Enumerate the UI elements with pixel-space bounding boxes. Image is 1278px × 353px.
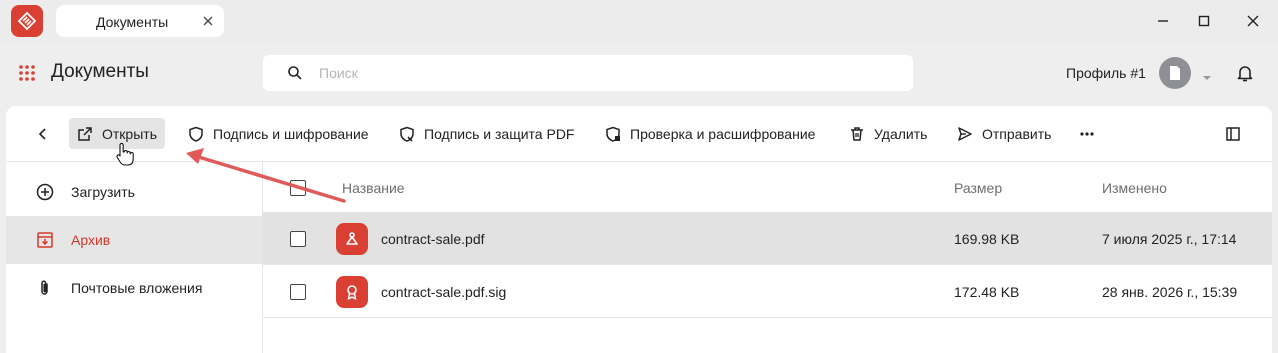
app-logo-icon — [11, 5, 43, 37]
shield-icon — [189, 126, 203, 142]
delete-label: Удалить — [874, 125, 928, 142]
back-button[interactable] — [36, 118, 50, 149]
send-label: Отправить — [982, 125, 1052, 142]
select-all-checkbox[interactable] — [290, 180, 306, 196]
sidebar-item-archive[interactable]: Архив — [6, 216, 263, 264]
file-name: contract-sale.pdf — [381, 231, 485, 247]
side-panel-icon — [1226, 126, 1240, 141]
maximize-icon[interactable] — [1194, 11, 1214, 31]
sign-pdf-label: Подпись и защита PDF — [424, 125, 575, 142]
search-icon — [287, 65, 303, 81]
sidebar-item-label: Архив — [71, 232, 111, 248]
table-header: Название Размер Изменено — [263, 162, 1272, 213]
sign-pdf-icon — [400, 126, 414, 142]
app-header: Документы Профиль #1 — [0, 42, 1278, 104]
close-icon[interactable] — [200, 13, 216, 29]
sidebar-item-mail-attachments[interactable]: Почтовые вложения — [6, 264, 263, 312]
plus-circle-icon — [36, 183, 54, 201]
send-button[interactable]: Отправить — [957, 118, 1051, 149]
tab-documents[interactable]: Документы — [56, 5, 224, 37]
file-table: Название Размер Изменено contract-sale.p… — [263, 162, 1272, 353]
file-modified: 7 июля 2025 г., 17:14 — [1102, 231, 1237, 247]
paperclip-icon — [36, 279, 54, 297]
table-row[interactable]: contract-sale.pdf.sig 172.48 KB 28 янв. … — [263, 266, 1272, 318]
verify-decrypt-label: Проверка и расшифрование — [630, 125, 816, 142]
apps-grid-icon[interactable] — [18, 64, 36, 82]
more-horizontal-icon — [1080, 131, 1094, 136]
column-modified[interactable]: Изменено — [1102, 180, 1167, 196]
open-label: Открыть — [102, 125, 157, 142]
chevron-down-icon[interactable] — [1202, 69, 1212, 80]
signature-icon — [336, 276, 368, 308]
column-size[interactable]: Размер — [954, 180, 1002, 196]
window-close-icon[interactable] — [1243, 11, 1263, 31]
open-button[interactable]: Открыть — [69, 118, 165, 149]
main-panel: Открыть Подпись и шифрование Подпись и з… — [6, 106, 1272, 353]
page-title: Документы — [51, 61, 149, 82]
file-size: 169.98 KB — [954, 231, 1020, 247]
column-name[interactable]: Название — [342, 180, 405, 196]
archive-icon — [36, 231, 54, 249]
verify-shield-icon — [606, 126, 620, 142]
search-bar — [263, 55, 913, 91]
sidebar: Загрузить Архив Почтовые вложения — [6, 162, 263, 353]
open-external-icon — [78, 126, 92, 141]
trash-icon — [851, 126, 863, 141]
profile-name[interactable]: Профиль #1 — [1066, 65, 1146, 81]
search-input[interactable] — [319, 55, 899, 91]
delete-button[interactable]: Удалить — [849, 118, 927, 149]
panel-toggle-button[interactable] — [1225, 118, 1241, 149]
file-name: contract-sale.pdf.sig — [381, 284, 507, 300]
verify-decrypt-button[interactable]: Проверка и расшифрование — [605, 118, 815, 149]
more-button[interactable] — [1079, 118, 1095, 149]
title-bar: Документы — [0, 0, 1278, 42]
row-checkbox[interactable] — [290, 284, 306, 300]
file-size: 172.48 KB — [954, 284, 1020, 300]
pdf-icon — [336, 223, 368, 255]
bell-icon[interactable] — [1235, 63, 1255, 83]
sidebar-item-upload[interactable]: Загрузить — [6, 168, 263, 216]
chevron-left-icon — [38, 127, 46, 140]
sign-encrypt-label: Подпись и шифрование — [213, 125, 369, 142]
minimize-icon[interactable] — [1153, 11, 1173, 31]
sign-pdf-button[interactable]: Подпись и защита PDF — [399, 118, 574, 149]
send-icon — [958, 126, 972, 141]
sidebar-item-label: Загрузить — [71, 184, 135, 200]
row-checkbox[interactable] — [290, 231, 306, 247]
toolbar: Открыть Подпись и шифрование Подпись и з… — [6, 106, 1272, 162]
file-modified: 28 янв. 2026 г., 15:39 — [1102, 284, 1238, 300]
avatar[interactable] — [1159, 57, 1191, 89]
tab-title: Документы — [96, 14, 169, 30]
sidebar-item-label: Почтовые вложения — [71, 280, 203, 296]
sign-encrypt-button[interactable]: Подпись и шифрование — [188, 118, 369, 149]
table-row[interactable]: contract-sale.pdf 169.98 KB 7 июля 2025 … — [263, 213, 1272, 265]
